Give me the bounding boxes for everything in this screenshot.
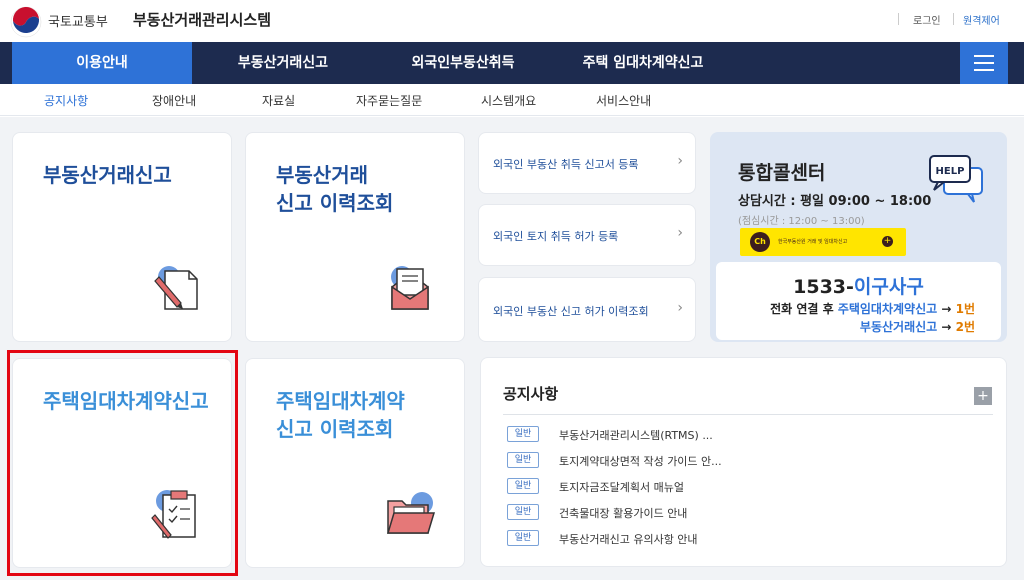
line-service: 부동산거래신고 — [859, 320, 938, 334]
folder-icon — [386, 492, 436, 534]
call-center-panel: 통합콜센터 상담시간 : 평일 09:00 ~ 18:00 (점심시간 : 12… — [710, 132, 1007, 342]
category-badge: 일반 — [507, 426, 539, 442]
kakao-channel-text: 한국부동산원 거래 및 임대차신고 — [778, 239, 848, 245]
document-pen-icon — [154, 266, 198, 310]
notice-panel: 공지사항 + 일반 부동산거래관리시스템(RTMS) ... 일반 토지계약대상… — [480, 357, 1007, 567]
ministry-name: 국토교통부 — [48, 15, 108, 30]
plus-icon: + — [882, 236, 893, 247]
card-title: 주택임대차계약 신고 이력조회 — [276, 389, 405, 441]
category-badge: 일반 — [507, 478, 539, 494]
content-area: 부동산거래신고 부동산거래 신고 이력조회 외국인 부동산 취득 신고서 등록 … — [0, 117, 1024, 580]
chevron-right-icon: › — [677, 300, 683, 316]
notice-text: 토지계약대상면적 작성 가이드 안... — [559, 455, 722, 468]
main-nav: 이용안내 부동산거래신고 외국인부동산취득 주택 임대차계약신고 — [0, 42, 1024, 84]
nav-item-usage-guide[interactable]: 이용안내 — [12, 42, 192, 84]
phone-word: 이구사구 — [853, 276, 924, 298]
notice-text: 부동산거래관리시스템(RTMS) ... — [559, 429, 713, 442]
subnav-faq[interactable]: 자주묻는질문 — [356, 92, 422, 109]
notice-text: 부동산거래신고 유의사항 안내 — [559, 533, 698, 546]
chevron-right-icon: › — [677, 225, 683, 241]
government-logo[interactable] — [10, 6, 42, 38]
subnav-archive[interactable]: 자료실 — [262, 92, 295, 109]
chevron-right-icon: › — [677, 153, 683, 169]
notice-text: 건축물대장 활용가이드 안내 — [559, 507, 688, 520]
header: 국토교통부 부동산거래관리시스템 로그인 원격제어 — [0, 0, 1024, 42]
help-text: HELP — [936, 166, 965, 177]
link-text: 외국인 부동산 신고 허가 이력조회 — [493, 305, 649, 318]
category-badge: 일반 — [507, 452, 539, 468]
card-real-estate-history[interactable]: 부동산거래 신고 이력조회 — [245, 132, 465, 342]
hamburger-menu-icon[interactable] — [960, 42, 1008, 84]
nav-item-lease-report[interactable]: 주택 임대차계약신고 — [568, 42, 718, 84]
line-number: 2번 — [955, 320, 975, 334]
card-lease-report[interactable]: 주택임대차계약신고 — [12, 358, 232, 568]
category-badge: 일반 — [507, 504, 539, 520]
card-title: 부동산거래신고 — [43, 163, 172, 187]
arrow-icon: → — [937, 320, 956, 334]
phone-prefix: 1533- — [793, 276, 854, 298]
call-center-lunch: (점심시간 : 12:00 ~ 13:00) — [738, 216, 865, 227]
nav-item-foreigner-acquisition[interactable]: 외국인부동산취득 — [388, 42, 538, 84]
link-foreigner-acquisition-report[interactable]: 외국인 부동산 취득 신고서 등록 › — [478, 132, 696, 194]
divider — [898, 13, 899, 25]
subnav-notice[interactable]: 공지사항 — [44, 92, 88, 109]
card-lease-history[interactable]: 주택임대차계약 신고 이력조회 — [245, 358, 465, 568]
subnav-service-guide[interactable]: 서비스안내 — [596, 92, 651, 109]
remote-control-link[interactable]: 원격제어 — [963, 12, 1000, 27]
subnav-outage[interactable]: 장애안내 — [152, 92, 196, 109]
phone-option-real-estate: 부동산거래신고 → 2번 — [860, 318, 975, 335]
call-center-title: 통합콜센터 — [738, 162, 826, 184]
login-link[interactable]: 로그인 — [913, 12, 941, 27]
notice-title: 공지사항 — [503, 385, 559, 403]
clipboard-checklist-icon — [151, 490, 196, 539]
divider — [953, 13, 954, 25]
envelope-icon — [391, 266, 429, 310]
card-title: 주택임대차계약신고 — [43, 389, 209, 413]
help-bubble-icon: HELP — [929, 155, 983, 203]
card-title: 부동산거래 신고 이력조회 — [276, 163, 394, 215]
phone-option-lease: 전화 연결 후 주택임대차계약신고 → 1번 — [770, 300, 975, 317]
category-badge: 일반 — [507, 530, 539, 546]
nav-item-real-estate-report[interactable]: 부동산거래신고 — [208, 42, 358, 84]
kakao-channel-icon: Ch — [750, 232, 770, 252]
link-foreigner-land-permit[interactable]: 외국인 토지 취득 허가 등록 › — [478, 204, 696, 266]
divider — [503, 414, 993, 415]
kakao-channel-button[interactable]: Ch 한국부동산원 거래 및 임대차신고 + — [740, 228, 906, 256]
phone-info-box: 1533-이구사구 전화 연결 후 주택임대차계약신고 → 1번 부동산거래신고… — [716, 262, 1001, 340]
call-center-hours: 상담시간 : 평일 09:00 ~ 18:00 — [738, 194, 932, 209]
line-number: 1번 — [955, 302, 975, 316]
system-title[interactable]: 부동산거래관리시스템 — [133, 9, 271, 30]
subnav-system-overview[interactable]: 시스템개요 — [481, 92, 536, 109]
sub-nav: 공지사항 장애안내 자료실 자주묻는질문 시스템개요 서비스안내 — [0, 84, 1024, 116]
link-text: 외국인 토지 취득 허가 등록 — [493, 230, 619, 243]
more-plus-icon[interactable]: + — [974, 387, 992, 405]
phone-number[interactable]: 1533-이구사구 — [716, 272, 1001, 299]
card-real-estate-report[interactable]: 부동산거래신고 — [12, 132, 232, 342]
link-text: 외국인 부동산 취득 신고서 등록 — [493, 158, 639, 171]
arrow-icon: → — [937, 302, 956, 316]
line-prefix: 전화 연결 후 — [770, 302, 838, 316]
link-foreigner-history[interactable]: 외국인 부동산 신고 허가 이력조회 › — [478, 277, 696, 342]
notice-text: 토지자금조달계획서 매뉴얼 — [559, 481, 684, 494]
line-service: 주택임대차계약신고 — [837, 302, 938, 316]
